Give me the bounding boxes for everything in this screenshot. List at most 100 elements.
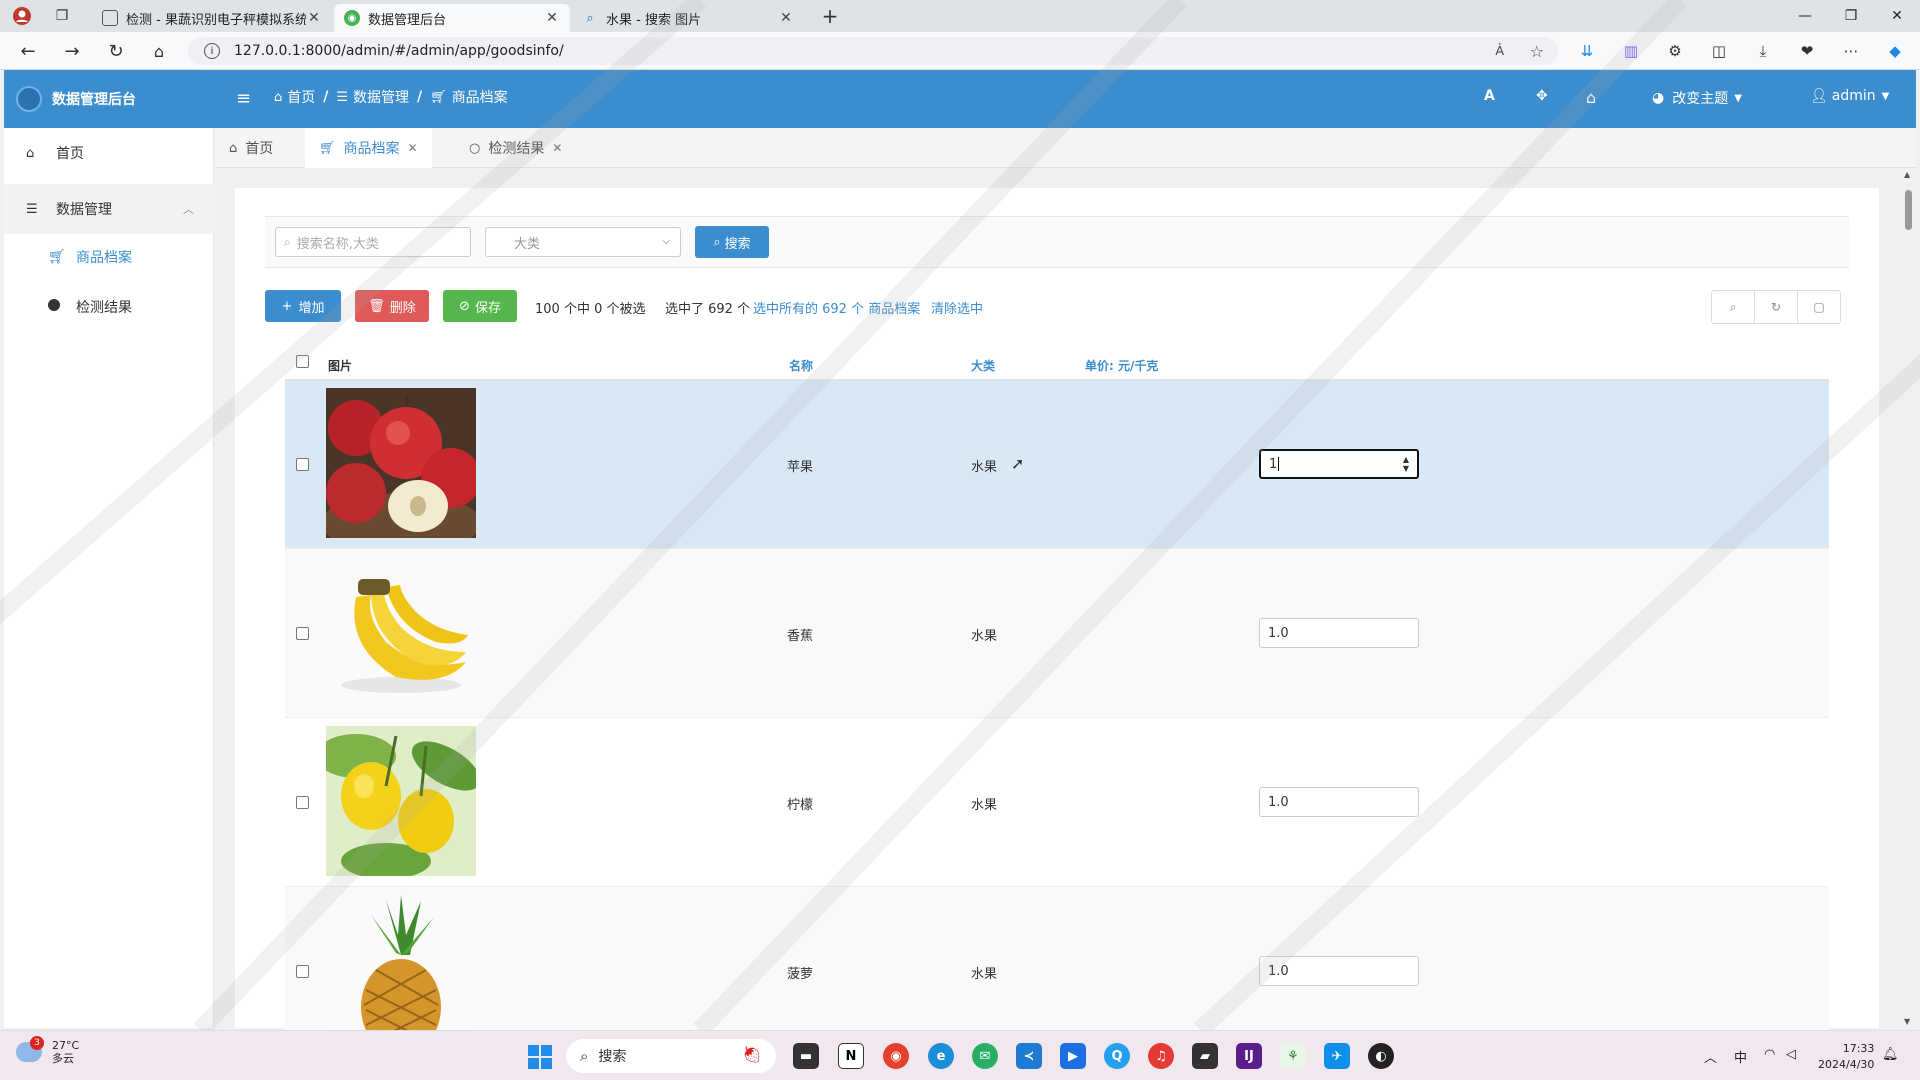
ime-indicator[interactable]: 中 xyxy=(1734,1047,1747,1066)
info-icon[interactable]: i xyxy=(204,43,220,59)
refresh-icon[interactable]: ↻ xyxy=(1755,291,1798,323)
jetbrains-icon[interactable]: IJ xyxy=(1236,1043,1262,1069)
search-placeholder: 搜索名称,大类 xyxy=(296,236,379,252)
netease-music-icon[interactable]: ♫ xyxy=(1148,1043,1174,1069)
profile-icon[interactable] xyxy=(8,3,36,29)
search-toggle-icon[interactable]: ⌕ xyxy=(1712,291,1755,323)
wifi-icon[interactable]: ◠ xyxy=(1764,1047,1775,1062)
volume-icon[interactable]: ◁ xyxy=(1786,1047,1796,1062)
back-icon[interactable]: ← xyxy=(14,38,42,64)
tab-home[interactable]: ⌂ 首页 xyxy=(215,128,287,168)
restore-icon[interactable]: ❐ xyxy=(1828,0,1874,32)
select-all-checkbox[interactable] xyxy=(296,355,309,368)
close-icon[interactable]: ✕ xyxy=(552,141,562,155)
close-icon[interactable]: ✕ xyxy=(408,141,418,155)
split-screen-icon[interactable]: ◫ xyxy=(1708,40,1730,62)
header-price[interactable]: 单价: 元/千克 xyxy=(1085,357,1158,374)
clock[interactable]: 17:33 2024/4/30 xyxy=(1818,1041,1874,1073)
delete-button[interactable]: 🗑︎ 删除 xyxy=(355,290,429,322)
browser-tab-detect[interactable]: 检测 - 果蔬识别电子秤模拟系统 ✕ xyxy=(92,4,332,32)
sidebar-group-data[interactable]: ☰ 数据管理 ︿ xyxy=(4,184,214,234)
theme-switcher[interactable]: ◕ 改变主题 ▼ xyxy=(1652,88,1742,108)
row-checkbox[interactable] xyxy=(296,965,309,978)
page-scrollbar[interactable]: ▲ ▼ xyxy=(1901,168,1916,1028)
extensions-icon[interactable]: ⚙ xyxy=(1664,40,1686,62)
user-menu[interactable]: 👤︎ admin ▼ xyxy=(1810,88,1889,104)
price-input[interactable]: 1.0 xyxy=(1259,787,1419,817)
sidebar-item-results[interactable]: 检测结果 xyxy=(4,284,214,330)
app-icon[interactable]: ▶ xyxy=(1060,1043,1086,1069)
select-all-link[interactable]: 选中所有的 692 个 商品档案 xyxy=(753,298,920,317)
tray-expand-icon[interactable]: ︿ xyxy=(1704,1047,1717,1066)
workspaces-icon[interactable]: ❐ xyxy=(48,3,76,29)
scroll-up-icon[interactable]: ▲ xyxy=(1904,170,1910,179)
start-button[interactable] xyxy=(528,1045,552,1069)
search-button[interactable]: ⌕ 搜索 xyxy=(695,226,769,258)
edge-icon[interactable]: e xyxy=(928,1043,954,1069)
header-name[interactable]: 名称 xyxy=(789,357,813,374)
obs-icon[interactable]: ◐ xyxy=(1368,1043,1394,1069)
read-aloud-icon[interactable]: A᷾ xyxy=(1495,43,1504,59)
file-explorer-icon[interactable]: ▬ xyxy=(793,1043,819,1069)
close-icon[interactable]: ✕ xyxy=(544,10,560,26)
scroll-down-icon[interactable]: ▼ xyxy=(1904,1017,1910,1026)
performance-icon[interactable]: ❤ xyxy=(1796,40,1818,62)
chrome-icon[interactable]: ◉ xyxy=(883,1043,909,1069)
tab-goods[interactable]: 🛒︎ 商品档案 ✕ xyxy=(305,128,432,168)
row-checkbox[interactable] xyxy=(296,796,309,809)
reload-icon[interactable]: ↻ xyxy=(102,38,130,64)
url-input[interactable]: i 127.0.0.1:8000/admin/#/admin/app/goods… xyxy=(188,37,1558,65)
feishu-icon[interactable]: ✈ xyxy=(1324,1043,1350,1069)
home-icon[interactable]: ⌂ xyxy=(1586,88,1596,107)
category-select[interactable]: 大类 ⌵ xyxy=(485,227,681,257)
tab-results[interactable]: ○ 检测结果 ✕ xyxy=(455,128,576,168)
font-size-icon[interactable]: A xyxy=(1484,88,1495,104)
browser-tab-admin[interactable]: ◉ 数据管理后台 ✕ xyxy=(334,4,570,32)
price-input[interactable]: 1.0 xyxy=(1259,956,1419,986)
breadcrumb-goods[interactable]: 商品档案 xyxy=(452,87,508,107)
fullscreen-icon[interactable]: ✥ xyxy=(1536,88,1548,104)
check-circle-icon: ⊘ xyxy=(459,298,470,314)
row-checkbox[interactable] xyxy=(296,627,309,640)
price-input[interactable]: 1.0 xyxy=(1259,618,1419,648)
notification-bell-icon[interactable]: 🔔︎ xyxy=(1882,1047,1899,1062)
vscode-icon[interactable]: ≺ xyxy=(1016,1043,1042,1069)
header-category[interactable]: 大类 xyxy=(971,357,995,374)
close-icon[interactable]: ✕ xyxy=(306,10,322,26)
search-input[interactable]: ⌕ 搜索名称,大类 xyxy=(275,227,471,257)
close-window-icon[interactable]: ✕ xyxy=(1874,0,1920,32)
row-checkbox[interactable] xyxy=(296,458,309,471)
scroll-thumb[interactable] xyxy=(1905,190,1912,230)
sidebar-item-home[interactable]: ⌂ 首页 xyxy=(4,128,214,178)
qq-icon[interactable]: Q xyxy=(1104,1043,1130,1069)
price-input[interactable]: 1 ▲ ▼ xyxy=(1259,449,1419,479)
sidebar-item-goods[interactable]: 🛒︎ 商品档案 xyxy=(4,234,214,280)
favorite-icon[interactable]: ☆ xyxy=(1530,42,1544,61)
extension-icon[interactable]: ⇊ xyxy=(1576,40,1598,62)
copilot-icon[interactable]: ◆ xyxy=(1884,40,1906,62)
taskbar-search[interactable]: ⌕ 搜索 🍓︎ xyxy=(566,1039,776,1073)
new-tab-icon[interactable]: + xyxy=(816,3,844,29)
more-icon[interactable]: ⋯ xyxy=(1840,40,1862,62)
sticky-notes-icon[interactable]: ▰ xyxy=(1192,1043,1218,1069)
add-button[interactable]: + 增加 xyxy=(265,290,341,322)
breadcrumb-home[interactable]: 首页 xyxy=(287,87,315,107)
close-icon[interactable]: ✕ xyxy=(778,10,794,26)
save-button[interactable]: ⊘ 保存 xyxy=(443,290,517,322)
minimize-icon[interactable]: — xyxy=(1782,0,1828,32)
reader-icon[interactable]: ▥ xyxy=(1620,40,1642,62)
forward-icon[interactable]: → xyxy=(58,38,86,64)
weather-widget[interactable]: 3 27°C 多云 xyxy=(16,1036,79,1065)
menu-toggle-icon[interactable]: ≡ xyxy=(236,88,251,109)
home-icon[interactable]: ⌂ xyxy=(145,38,173,64)
brand[interactable]: 数据管理后台 xyxy=(4,70,214,128)
wechat-icon[interactable]: ✉ xyxy=(972,1043,998,1069)
breadcrumb-data[interactable]: 数据管理 xyxy=(353,87,409,107)
browser-tab-search[interactable]: ⌕ 水果 - 搜索 图片 ✕ xyxy=(572,4,804,32)
clear-selection-link[interactable]: 清除选中 xyxy=(931,298,983,317)
notion-icon[interactable]: N xyxy=(838,1043,864,1069)
export-icon[interactable]: ▢ xyxy=(1798,291,1840,323)
stepper-icon[interactable]: ▲ ▼ xyxy=(1403,455,1409,473)
downloads-icon[interactable]: ⤓ xyxy=(1752,40,1774,62)
pycharm-icon[interactable]: ⚘ xyxy=(1280,1043,1306,1069)
